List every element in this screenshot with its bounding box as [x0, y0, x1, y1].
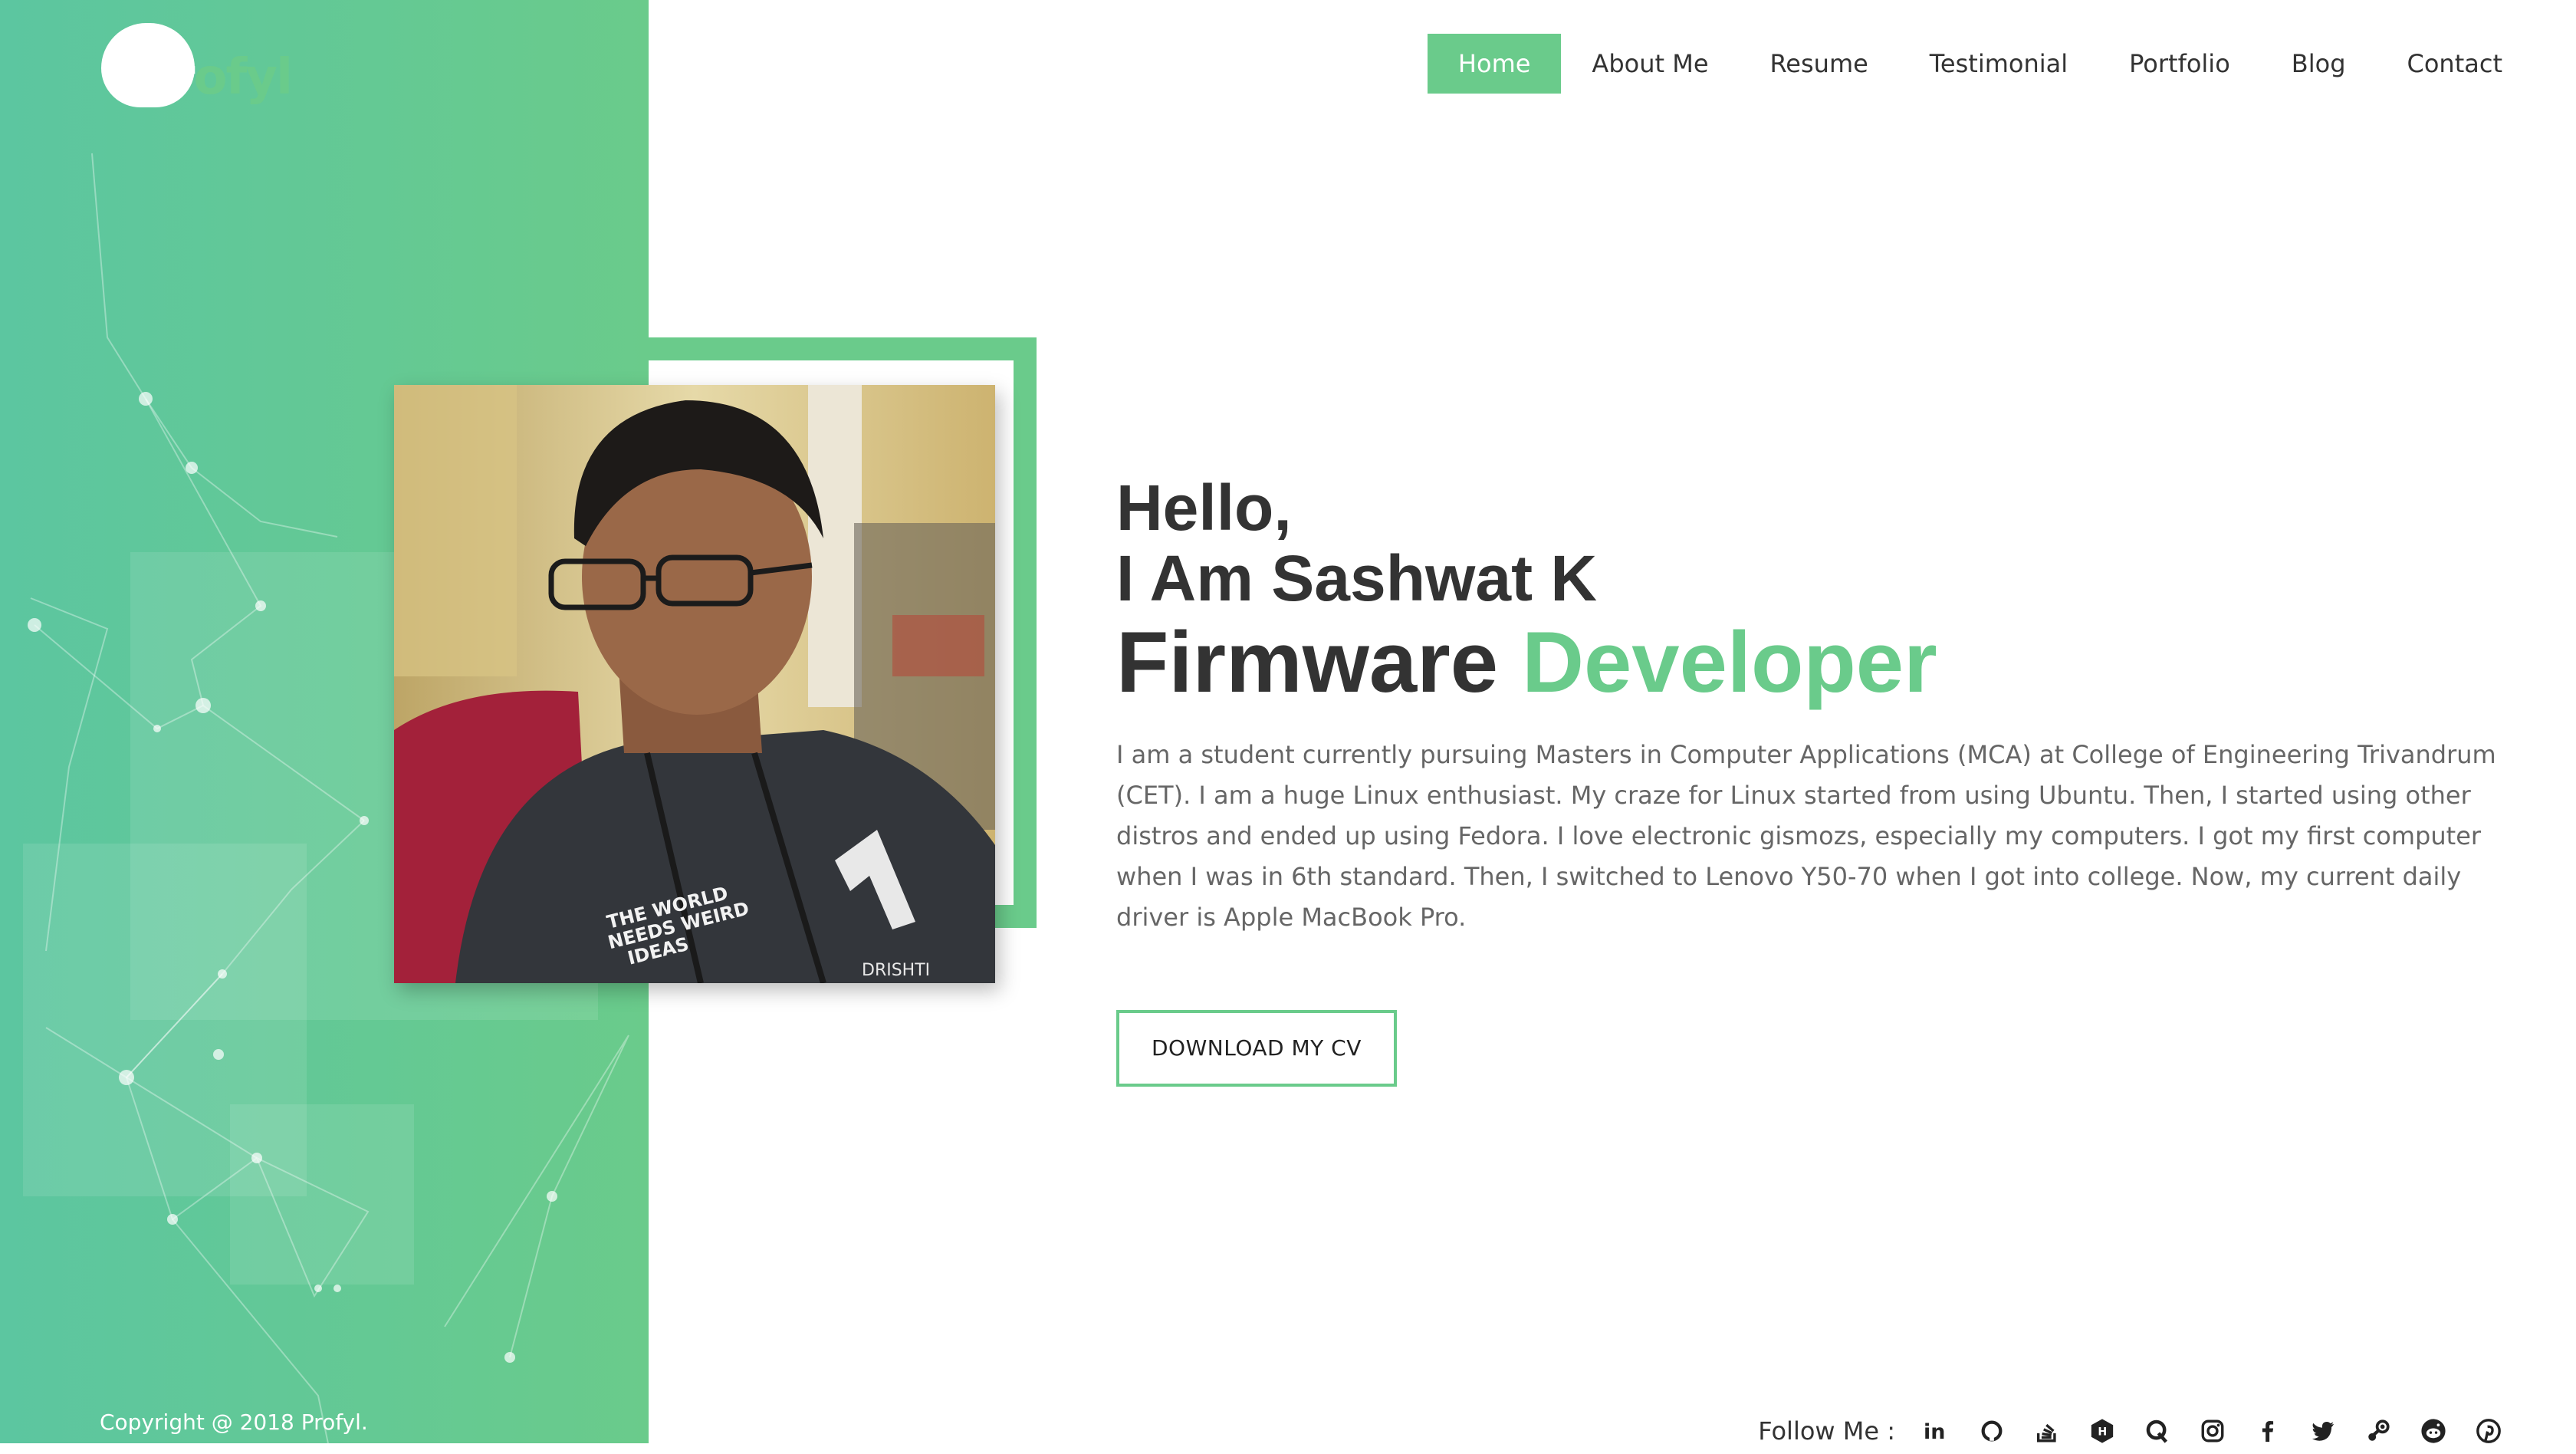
- nav-item-resume[interactable]: Resume: [1740, 34, 1899, 94]
- nav-item-portfolio[interactable]: Portfolio: [2098, 34, 2261, 94]
- nav-item-contact[interactable]: Contact: [2377, 34, 2503, 94]
- role-word1: Firmware: [1116, 614, 1498, 710]
- nav-item-testimonial[interactable]: Testimonial: [1899, 34, 2098, 94]
- svg-text:H: H: [2098, 1426, 2107, 1439]
- copyright-text: Copyright @ 2018 Profyl.: [100, 1410, 368, 1435]
- role-title: Firmware Developer: [1116, 614, 2512, 712]
- social-bar: Follow Me : in H: [1758, 1408, 2502, 1454]
- quora-icon[interactable]: [2144, 1417, 2171, 1445]
- follow-label: Follow Me :: [1758, 1416, 1895, 1446]
- main-nav: Home About Me Resume Testimonial Portfol…: [1427, 34, 2503, 94]
- svg-text:in: in: [1924, 1420, 1945, 1444]
- twitter-icon[interactable]: [2309, 1417, 2337, 1445]
- shirt-logo-text: DRISHTI: [862, 961, 930, 980]
- role-word2: Developer: [1522, 614, 1937, 710]
- github-icon[interactable]: [1978, 1417, 2006, 1445]
- profile-photo: THE WORLD NEEDS WEIRD IDEAS DRISHTI: [394, 385, 995, 983]
- hero-section: Hello, I Am Sashwat K Firmware Developer…: [1116, 472, 2512, 1087]
- pinterest-icon[interactable]: [2475, 1417, 2502, 1445]
- bio-text: I am a student currently pursuing Master…: [1116, 740, 2496, 932]
- brand-logo[interactable]: Profyl: [101, 20, 316, 112]
- nav-item-about-me[interactable]: About Me: [1561, 34, 1739, 94]
- stackoverflow-icon[interactable]: [2033, 1417, 2061, 1445]
- facebook-icon[interactable]: [2254, 1417, 2282, 1445]
- greeting-line1: Hello,: [1116, 472, 1292, 544]
- greeting-line2: I Am Sashwat K: [1116, 542, 1598, 614]
- reddit-icon[interactable]: [2420, 1417, 2447, 1445]
- steam-icon[interactable]: [2364, 1417, 2392, 1445]
- logo-text: Profyl: [136, 49, 293, 106]
- nav-item-home[interactable]: Home: [1427, 34, 1562, 94]
- download-cv-button[interactable]: DOWNLOAD MY CV: [1116, 1010, 1397, 1087]
- hackerrank-icon[interactable]: H: [2088, 1417, 2116, 1445]
- instagram-icon[interactable]: [2199, 1417, 2226, 1445]
- linkedin-icon[interactable]: in: [1923, 1417, 1950, 1445]
- nav-item-blog[interactable]: Blog: [2261, 34, 2377, 94]
